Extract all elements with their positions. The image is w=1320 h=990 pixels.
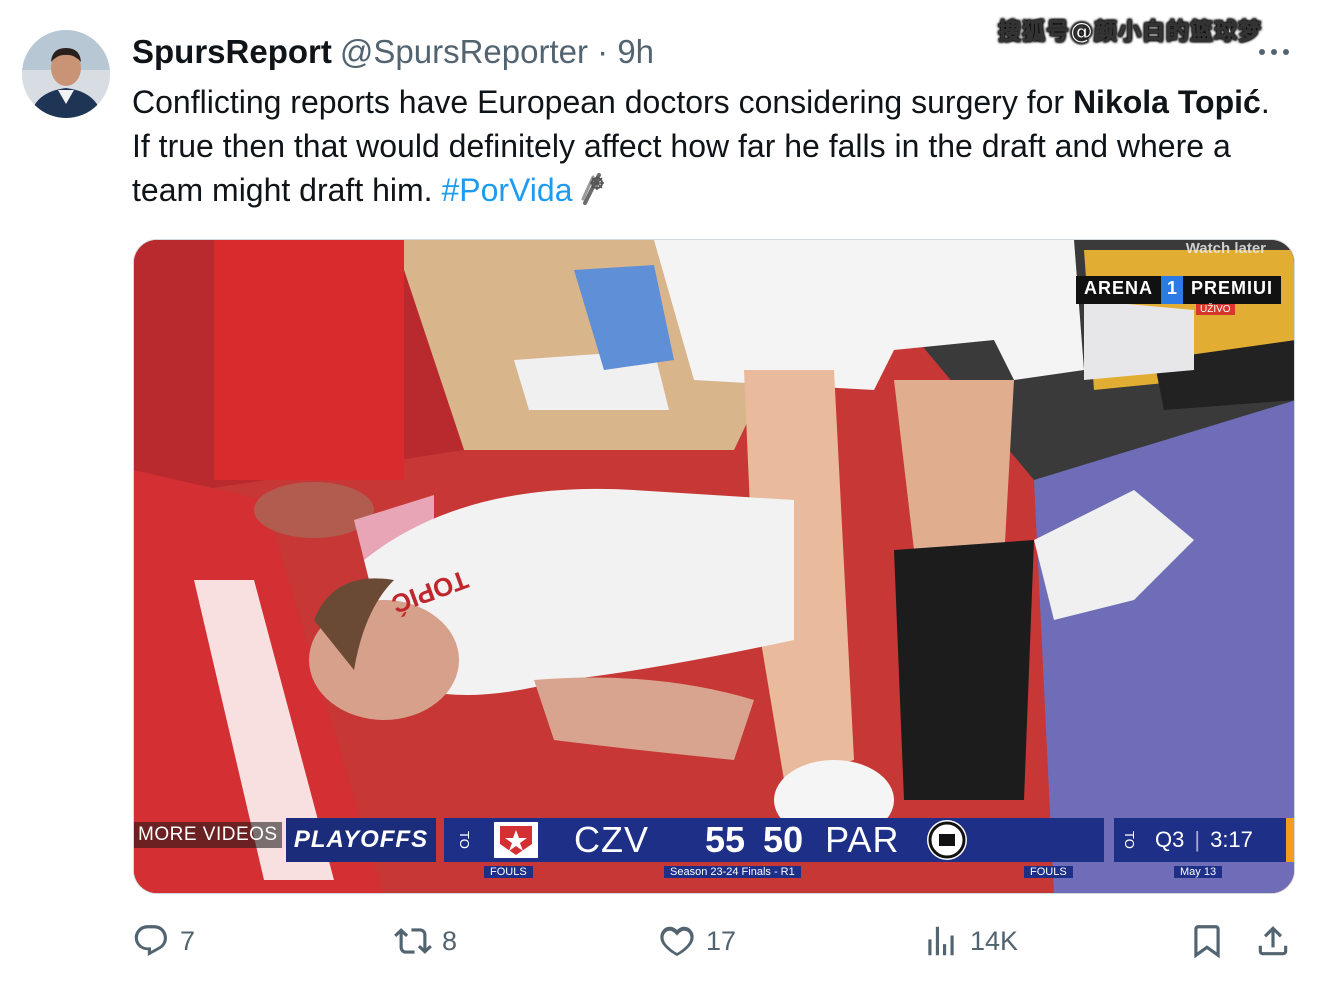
like-count: 17 — [706, 925, 737, 956]
tweet-actions: 7 8 17 14K — [132, 922, 1292, 972]
bookmark-icon — [1194, 925, 1220, 959]
live-badge: UŽIVO — [1196, 304, 1235, 315]
share-button[interactable] — [1254, 922, 1292, 960]
scoreboard-main: TO CZV 55 50 PAR — [444, 818, 1104, 862]
reply-button[interactable]: 7 — [132, 922, 195, 960]
tweet-header: SpursReport @SpursReporter · 9h — [132, 30, 654, 74]
retweet-button[interactable]: 8 — [394, 922, 457, 960]
reply-icon — [134, 925, 167, 956]
video-player[interactable]: TOPIĆ Watch later ARENA 1 PREMIUI UŽIVO … — [133, 239, 1295, 894]
channel-number: 1 — [1161, 276, 1184, 304]
away-team-abbr: PAR — [825, 819, 900, 860]
quarter: Q3 — [1155, 827, 1185, 852]
scoreboard: PLAYOFFS TO CZV 55 50 PAR TO Q3 | 3:17 2… — [234, 812, 1294, 878]
share-icon — [1258, 926, 1288, 956]
tweet-text-part1: Conflicting reports have European doctor… — [132, 84, 1073, 120]
watermark: 搜狐号@颜小白的篮球梦 — [998, 19, 1262, 46]
date-label: May 13 — [1174, 866, 1223, 878]
views-button[interactable]: 14K — [922, 922, 1018, 960]
away-fouls-label: FOULS — [1024, 866, 1073, 878]
away-score: 50 — [763, 819, 804, 860]
home-team-logo — [494, 822, 538, 858]
channel-logo: ARENA 1 PREMIUI — [1076, 276, 1282, 304]
like-button[interactable]: 17 — [658, 922, 736, 960]
reply-count: 7 — [180, 925, 196, 956]
bookmark-button[interactable] — [1188, 922, 1226, 960]
season-label: Season 23-24 Finals - R1 — [664, 866, 801, 878]
home-timeouts: TO — [457, 831, 472, 849]
retweet-icon — [394, 928, 432, 954]
views-icon — [928, 926, 954, 956]
channel-tier: PREMIUI — [1183, 276, 1282, 304]
more-icon[interactable] — [1256, 46, 1292, 58]
home-score: 55 — [705, 819, 746, 860]
like-icon — [660, 926, 694, 956]
tweet-card: SpursReport @SpursReporter · 9h 搜狐号@颜小白的篮… — [0, 0, 1320, 990]
tweet-timestamp[interactable]: 9h — [617, 33, 654, 70]
game-clock-panel: TO Q3 | 3:17 24 — [1114, 818, 1294, 862]
spurs-icon — [581, 173, 604, 205]
away-timeouts: TO — [1122, 831, 1137, 849]
header-separator: · — [597, 33, 609, 70]
hashtag-link[interactable]: #PorVida — [441, 172, 572, 208]
home-team-abbr: CZV — [574, 819, 649, 860]
author-handle[interactable]: @SpursReporter — [340, 33, 588, 70]
league-logo: PLAYOFFS — [286, 818, 436, 862]
tweet-text: Conflicting reports have European doctor… — [132, 80, 1282, 212]
away-team-logo — [927, 820, 968, 860]
video-frame: TOPIĆ — [134, 240, 1294, 893]
tweet-text-player: Nikola Topić — [1072, 84, 1261, 120]
retweet-count: 8 — [442, 925, 458, 956]
game-clock: 3:17 — [1210, 827, 1253, 852]
watch-later-button[interactable]: Watch later — [1186, 240, 1266, 257]
views-count: 14K — [970, 925, 1019, 956]
author-name[interactable]: SpursReport — [132, 33, 332, 70]
home-fouls-label: FOULS — [484, 866, 533, 878]
channel-name: ARENA — [1076, 276, 1162, 304]
author-avatar[interactable] — [22, 30, 110, 118]
shot-clock: 24 — [1286, 818, 1294, 862]
